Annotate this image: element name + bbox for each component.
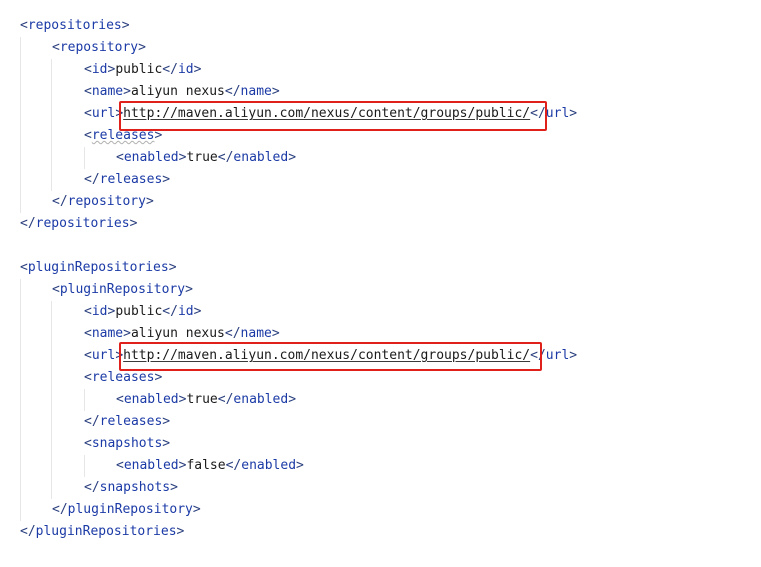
xml-tag: releases: [99, 172, 163, 187]
xml-tag: name: [91, 84, 124, 99]
indent-guide: [51, 59, 52, 191]
code-line-12[interactable]: <pluginRepository>: [52, 279, 193, 301]
xml-tag: repositories: [27, 18, 122, 33]
xml-tag: repository: [67, 194, 146, 209]
code-line-14[interactable]: <name>aliyun nexus</name>: [84, 323, 280, 345]
xml-tag: repository: [59, 40, 139, 55]
xml-tag: url: [545, 106, 570, 121]
code-line-3[interactable]: <id>public</id>: [84, 59, 201, 81]
xml-tag: snapshots: [99, 480, 171, 495]
xml-tag: url: [91, 106, 116, 121]
code-line-7[interactable]: <enabled>true</enabled>: [116, 147, 296, 169]
xml-tag: name: [91, 326, 124, 341]
code-line-9[interactable]: </repository>: [52, 191, 154, 213]
code-line-19[interactable]: <snapshots>: [84, 433, 170, 455]
code-line-15[interactable]: <url>http://maven.aliyun.com/nexus/conte…: [84, 345, 577, 367]
xml-tag: releases: [91, 370, 155, 385]
indent-guide: [84, 389, 85, 411]
xml-tag: id: [91, 304, 108, 319]
xml-tag: id: [177, 304, 194, 319]
xml-tag: enabled: [233, 150, 289, 165]
xml-tag: repositories: [35, 216, 130, 231]
xml-tag: enabled: [123, 392, 179, 407]
xml-tag: releases: [91, 128, 155, 143]
indent-guide: [84, 455, 85, 477]
xml-tag: id: [177, 62, 194, 77]
url-link[interactable]: http://maven.aliyun.com/nexus/content/gr…: [123, 348, 530, 363]
code-line-18[interactable]: </releases>: [84, 411, 170, 433]
xml-tag: pluginRepositories: [35, 524, 177, 539]
code-line-17[interactable]: <enabled>true</enabled>: [116, 389, 296, 411]
indent-guide: [84, 147, 85, 169]
code-line-16[interactable]: <releases>: [84, 367, 162, 389]
xml-value: public: [115, 304, 163, 319]
xml-tag: snapshots: [91, 436, 163, 451]
code-line-21[interactable]: </snapshots>: [84, 477, 178, 499]
code-line-11[interactable]: <pluginRepositories>: [20, 257, 177, 279]
xml-value: public: [115, 62, 163, 77]
xml-tag: pluginRepository: [59, 282, 186, 297]
url-link[interactable]: http://maven.aliyun.com/nexus/content/gr…: [123, 106, 530, 121]
xml-tag: releases: [99, 414, 163, 429]
xml-tag: pluginRepository: [67, 502, 193, 517]
xml-value: aliyun nexus: [130, 84, 225, 99]
indent-guide: [20, 279, 21, 521]
xml-tag: enabled: [241, 458, 297, 473]
code-line-5[interactable]: <url>http://maven.aliyun.com/nexus/conte…: [84, 103, 577, 125]
indent-guide: [51, 301, 52, 499]
xml-value: aliyun nexus: [130, 326, 225, 341]
indent-guide: [20, 37, 21, 213]
code-line-4[interactable]: <name>aliyun nexus</name>: [84, 81, 280, 103]
code-line-22[interactable]: </pluginRepository>: [52, 499, 201, 521]
xml-value: true: [186, 150, 218, 165]
xml-tag: enabled: [123, 458, 179, 473]
code-line-6[interactable]: <releases>: [84, 125, 162, 147]
xml-value: true: [186, 392, 218, 407]
xml-tag: id: [91, 62, 108, 77]
code-line-20[interactable]: <enabled>false</enabled>: [116, 455, 304, 477]
code-line-1[interactable]: <repositories>: [20, 15, 130, 37]
xml-tag: enabled: [123, 150, 179, 165]
code-line-13[interactable]: <id>public</id>: [84, 301, 201, 323]
xml-tag: pluginRepositories: [27, 260, 169, 275]
code-line-10[interactable]: </repositories>: [20, 213, 137, 235]
xml-tag: name: [240, 326, 272, 341]
xml-tag: enabled: [233, 392, 289, 407]
xml-value: false: [186, 458, 226, 473]
code-line-8[interactable]: </releases>: [84, 169, 170, 191]
xml-tag: url: [91, 348, 116, 363]
xml-tag: name: [240, 84, 272, 99]
code-line-2[interactable]: <repository>: [52, 37, 146, 59]
xml-tag: url: [545, 348, 570, 363]
code-editor[interactable]: <repositories> <repository> <id>public</…: [0, 0, 761, 567]
code-line-23[interactable]: </pluginRepositories>: [20, 521, 184, 543]
